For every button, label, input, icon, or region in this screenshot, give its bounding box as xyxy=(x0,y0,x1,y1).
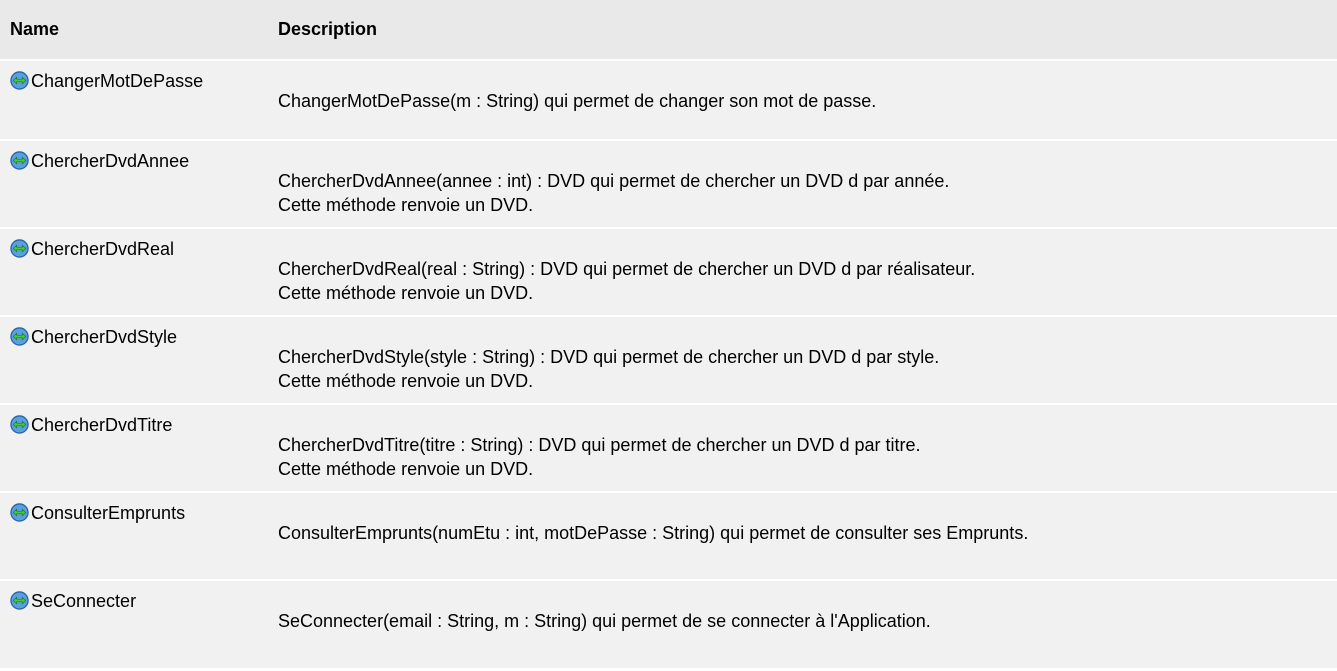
method-description-cell: ConsulterEmprunts(numEtu : int, motDePas… xyxy=(268,492,1337,580)
method-name-cell: ChangerMotDePasse xyxy=(0,60,268,140)
description-text: Cette méthode renvoie un DVD. xyxy=(278,195,534,215)
method-description-cell: ChercherDvdAnnee(annee : int) : DVD qui … xyxy=(268,140,1337,228)
method-description-cell: ChercherDvdReal(real : String) : DVD qui… xyxy=(268,228,1337,316)
table-row: ChercherDvdTitre ChercherDvdTitre(titre … xyxy=(0,404,1337,492)
members-table: Name Description ChangerMotDePasse Chang… xyxy=(0,0,1337,668)
description-text: ChercherDvdTitre(titre : String) : DVD q… xyxy=(278,435,921,455)
header-name: Name xyxy=(10,19,60,39)
method-description-cell: SeConnecter(email : String, m : String) … xyxy=(268,580,1337,668)
public-method-icon xyxy=(10,151,29,170)
method-description-cell: ChangerMotDePasse(m : String) qui permet… xyxy=(268,60,1337,140)
table-row: ChercherDvdReal ChercherDvdReal(real : S… xyxy=(0,228,1337,316)
method-description-cell: ChercherDvdTitre(titre : String) : DVD q… xyxy=(268,404,1337,492)
header-description: Description xyxy=(278,19,378,39)
description-text: Cette méthode renvoie un DVD. xyxy=(278,283,534,303)
table-row: ConsulterEmprunts ConsulterEmprunts(numE… xyxy=(0,492,1337,580)
public-method-icon xyxy=(10,415,29,434)
description-text: ChercherDvdAnnee(annee : int) : DVD qui … xyxy=(278,171,950,191)
description-text: Cette méthode renvoie un DVD. xyxy=(278,459,534,479)
description-text: SeConnecter(email : String, m : String) … xyxy=(278,611,931,631)
public-method-icon xyxy=(10,503,29,522)
method-name-cell: ChercherDvdStyle xyxy=(0,316,268,404)
method-name-link[interactable]: ConsulterEmprunts xyxy=(31,503,185,523)
method-name-cell: ChercherDvdTitre xyxy=(0,404,268,492)
description-text: ConsulterEmprunts(numEtu : int, motDePas… xyxy=(278,523,1029,543)
method-name-link[interactable]: ChangerMotDePasse xyxy=(31,71,203,91)
method-name-link[interactable]: SeConnecter xyxy=(31,591,136,611)
description-text: Cette méthode renvoie un DVD. xyxy=(278,371,534,391)
public-method-icon xyxy=(10,327,29,346)
description-text: ChangerMotDePasse(m : String) qui permet… xyxy=(278,91,877,111)
table-header-row: Name Description xyxy=(0,0,1337,60)
table-row: SeConnecter SeConnecter(email : String, … xyxy=(0,580,1337,668)
table-row: ChercherDvdAnnee ChercherDvdAnnee(annee … xyxy=(0,140,1337,228)
table-row: ChangerMotDePasse ChangerMotDePasse(m : … xyxy=(0,60,1337,140)
table-row: ChercherDvdStyle ChercherDvdStyle(style … xyxy=(0,316,1337,404)
method-name-cell: ChercherDvdReal xyxy=(0,228,268,316)
public-method-icon xyxy=(10,591,29,610)
method-name-link[interactable]: ChercherDvdReal xyxy=(31,239,174,259)
description-text: ChercherDvdStyle(style : String) : DVD q… xyxy=(278,347,940,367)
method-name-link[interactable]: ChercherDvdAnnee xyxy=(31,151,189,171)
method-name-cell: ChercherDvdAnnee xyxy=(0,140,268,228)
method-name-link[interactable]: ChercherDvdTitre xyxy=(31,415,172,435)
public-method-icon xyxy=(10,239,29,258)
description-text: ChercherDvdReal(real : String) : DVD qui… xyxy=(278,259,976,279)
method-name-link[interactable]: ChercherDvdStyle xyxy=(31,327,177,347)
method-description-cell: ChercherDvdStyle(style : String) : DVD q… xyxy=(268,316,1337,404)
method-name-cell: ConsulterEmprunts xyxy=(0,492,268,580)
method-name-cell: SeConnecter xyxy=(0,580,268,668)
public-method-icon xyxy=(10,71,29,90)
